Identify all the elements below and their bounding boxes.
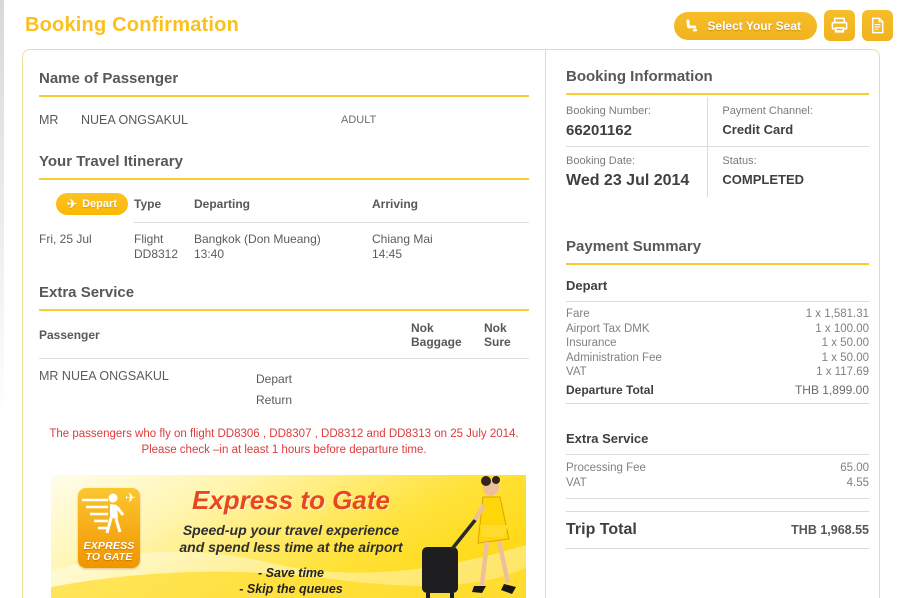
passenger-name: NUEA ONGSAKUL (81, 113, 341, 127)
depart-subheading: Depart (566, 265, 869, 302)
select-your-seat-label: Select Your Seat (707, 19, 801, 33)
payment-channel-label: Payment Channel: (722, 105, 869, 117)
badge-plane-icon: ✈ (125, 490, 136, 506)
depart-tab-label: Depart (82, 198, 117, 210)
booking-number-value: 66201162 (566, 122, 707, 139)
seat-icon (684, 18, 699, 33)
arriving-cell: Chiang Mai 14:45 (372, 232, 529, 262)
banner-subtitle: Speed-up your travel experience and spen… (146, 522, 436, 556)
fee-row: Administration Fee1 x 50.00 (566, 351, 869, 366)
passenger-type: ADULT (341, 113, 376, 127)
confirmation-panel: Name of Passenger MR NUEA ONGSAKUL ADULT… (22, 49, 880, 598)
itinerary-section-heading: Your Travel Itinerary (39, 153, 529, 180)
fee-row: VAT1 x 117.69 (566, 365, 869, 380)
passenger-row: MR NUEA ONGSAKUL ADULT (39, 113, 529, 127)
fee-row: Airport Tax DMK1 x 100.00 (566, 322, 869, 337)
banner-bullets: - Save time - Skip the queues - Walk str… (146, 565, 436, 598)
status-label: Status: (722, 155, 869, 167)
left-column: Name of Passenger MR NUEA ONGSAKUL ADULT… (23, 50, 545, 598)
flight-number: DD8312 (134, 247, 194, 262)
depart-tab[interactable]: ✈ Depart (56, 193, 128, 215)
payment-channel-cell: Payment Channel: Credit Card (708, 97, 869, 147)
page-title: Booking Confirmation (25, 14, 239, 37)
banner-title: Express to Gate (146, 485, 436, 516)
departing-city: Bangkok (Don Mueang) (194, 232, 372, 247)
check-in-notice-line1: The passengers who fly on flight DD8306 … (39, 426, 529, 442)
check-in-notice-line2: Please check –in at least 1 hours before… (39, 442, 529, 458)
payment-channel-value: Credit Card (722, 122, 869, 137)
column-header-arriving: Arriving (372, 197, 529, 211)
extra-service-header-row: Passenger Nok Baggage Nok Sure (39, 321, 529, 349)
page-edge-divider (0, 0, 4, 420)
header-actions: Select Your Seat (674, 10, 893, 41)
fee-row: Processing Fee65.00 (566, 461, 869, 476)
banner-bullet: - Save time (146, 565, 436, 581)
extra-service-passenger: MR NUEA ONGSAKUL (39, 369, 256, 411)
print-button[interactable] (824, 10, 855, 41)
badge-text: EXPRESS TO GATE (78, 541, 140, 563)
extra-service-section-heading: Extra Service (39, 284, 529, 311)
booking-date-label: Booking Date: (566, 155, 707, 167)
itinerary-header-divider (134, 222, 529, 223)
leg-return: Return (256, 390, 411, 411)
nok-baggage-value (411, 369, 484, 411)
document-icon (868, 16, 887, 35)
booking-number-label: Booking Number: (566, 105, 707, 117)
column-header-nok-sure: Nok Sure (484, 321, 529, 349)
extra-service-subheading: Extra Service (566, 418, 869, 455)
nok-sure-value (484, 369, 529, 411)
passenger-section-heading: Name of Passenger (39, 70, 529, 97)
column-header-nok-baggage: Nok Baggage (411, 321, 484, 349)
departing-time: 13:40 (194, 247, 372, 262)
arriving-time: 14:45 (372, 247, 529, 262)
fee-row: VAT4.55 (566, 476, 869, 491)
plane-icon: ✈ (67, 198, 77, 210)
booking-confirmation-page: Booking Confirmation Select Your Seat Na… (0, 0, 901, 598)
flight-date: Fri, 25 Jul (39, 232, 134, 262)
column-header-departing: Departing (194, 197, 372, 211)
extra-service-row: MR NUEA ONGSAKUL Depart Return (39, 369, 529, 411)
document-button[interactable] (862, 10, 893, 41)
extra-service-legs: Depart Return (256, 369, 411, 411)
express-to-gate-badge: ✈ EXPRESS TO GATE (78, 488, 140, 568)
column-header-passenger: Passenger (39, 328, 411, 342)
leg-depart: Depart (256, 369, 411, 390)
booking-date-value: Wed 23 Jul 2014 (566, 172, 707, 190)
departing-cell: Bangkok (Don Mueang) 13:40 (194, 232, 372, 262)
depart-fee-rows: Fare1 x 1,581.31 Airport Tax DMK1 x 100.… (566, 302, 869, 404)
printer-icon (830, 16, 849, 35)
flight-type: Flight DD8312 (134, 232, 194, 262)
page-header: Booking Confirmation Select Your Seat (0, 0, 901, 47)
booking-info-grid: Booking Number: 66201162 Payment Channel… (566, 97, 869, 197)
banner-text-block: Express to Gate Speed-up your travel exp… (146, 485, 436, 598)
passenger-title-prefix: MR (39, 113, 81, 127)
right-column: Booking Information Booking Number: 6620… (545, 50, 879, 598)
walking-person-icon (100, 493, 126, 537)
booking-date-cell: Booking Date: Wed 23 Jul 2014 (566, 147, 708, 197)
status-cell: Status: COMPLETED (708, 147, 869, 197)
payment-summary-heading: Payment Summary (566, 238, 869, 265)
itinerary-row: Fri, 25 Jul Flight DD8312 Bangkok (Don M… (39, 232, 529, 262)
flight-attendant-image (414, 475, 524, 598)
select-your-seat-button[interactable]: Select Your Seat (674, 12, 817, 40)
booking-number-cell: Booking Number: 66201162 (566, 97, 708, 147)
trip-total-value: THB 1,968.55 (791, 523, 869, 537)
fee-row: Fare1 x 1,581.31 (566, 307, 869, 322)
check-in-notice: The passengers who fly on flight DD8306 … (39, 426, 529, 458)
fee-row: Insurance1 x 50.00 (566, 336, 869, 351)
trip-total-row: Trip Total THB 1,968.55 (566, 511, 869, 549)
trip-total-label: Trip Total (566, 521, 637, 539)
extra-fee-rows: Processing Fee65.00 VAT4.55 (566, 455, 869, 499)
extra-service-header-divider (39, 358, 529, 359)
arriving-city: Chiang Mai (372, 232, 529, 247)
itinerary-header-row: ✈ Depart Type Departing Arriving (39, 193, 529, 215)
departure-total-row: Departure TotalTHB 1,899.00 (566, 380, 869, 405)
booking-info-heading: Booking Information (566, 68, 869, 95)
column-header-type: Type (134, 197, 194, 211)
express-to-gate-banner[interactable]: ✈ EXPRESS TO GATE Express to Gate Speed-… (51, 475, 526, 598)
banner-bullet: - Skip the queues (146, 581, 436, 597)
status-value: COMPLETED (722, 172, 869, 187)
